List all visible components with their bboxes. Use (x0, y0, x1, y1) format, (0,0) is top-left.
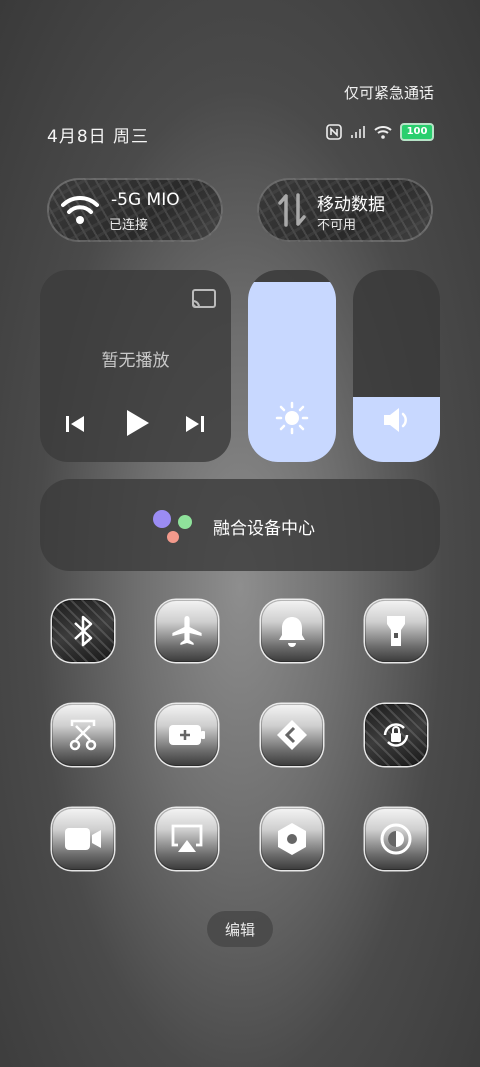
media-player-card[interactable]: 暂无播放 (40, 270, 231, 462)
status-icons: 100 (326, 122, 434, 142)
play-icon[interactable] (123, 408, 151, 438)
nfc-icon (326, 124, 342, 140)
sound-mode-toggle[interactable] (261, 600, 323, 662)
airplane-mode-toggle[interactable] (156, 600, 218, 662)
bluetooth-toggle[interactable] (52, 600, 114, 662)
signal-icon (351, 126, 365, 138)
battery-indicator: 100 (400, 123, 434, 141)
video-toggle[interactable] (52, 808, 114, 870)
battery-saver-icon (169, 725, 205, 745)
mobile-data-status: 不可用 (317, 218, 357, 233)
wifi-status-icon (374, 126, 392, 139)
date-text: 4月8日 周三 (47, 127, 150, 147)
flashlight-toggle[interactable] (365, 600, 427, 662)
battery-saver-toggle[interactable] (156, 704, 218, 766)
device-center-icon (153, 510, 192, 543)
mobile-data-name: 移动数据 (317, 195, 385, 215)
next-track-icon[interactable] (184, 413, 206, 435)
rotation-lock-icon (383, 723, 409, 747)
cast-toggle[interactable] (261, 704, 323, 766)
cast-icon (277, 720, 307, 750)
volume-icon (384, 408, 407, 432)
battery-level: 100 (406, 126, 428, 137)
wifi-icon (61, 195, 99, 224)
edit-button[interactable]: 编辑 (207, 911, 273, 947)
dark-mode-toggle[interactable] (365, 808, 427, 870)
cast-screen-icon[interactable] (191, 288, 217, 310)
wifi-name: -5G MIO (111, 190, 180, 210)
wifi-status: 已连接 (109, 218, 149, 233)
mobile-data-icon (278, 193, 306, 227)
settings-toggle[interactable] (261, 808, 323, 870)
flashlight-icon (387, 616, 405, 646)
device-center-card[interactable]: 融合设备中心 (40, 479, 440, 571)
previous-track-icon[interactable] (64, 413, 86, 435)
device-center-label: 融合设备中心 (213, 519, 315, 539)
video-icon (65, 828, 101, 850)
rotation-lock-toggle[interactable] (365, 704, 427, 766)
media-title: 暂无播放 (101, 351, 170, 371)
brightness-icon (275, 401, 309, 435)
emergency-call-text: 仅可紧急通话 (343, 84, 434, 102)
bluetooth-icon (74, 615, 93, 647)
bell-icon (279, 617, 305, 647)
screenshot-icon (69, 719, 97, 751)
settings-icon (278, 823, 306, 855)
airplane-icon (172, 616, 202, 645)
wifi-tile[interactable]: -5G MIO 已连接 (47, 178, 223, 242)
mobile-data-tile[interactable]: 移动数据 不可用 (257, 178, 433, 242)
screen-mirror-toggle[interactable] (156, 808, 218, 870)
volume-slider[interactable] (353, 270, 440, 462)
screen-mirror-icon (171, 824, 203, 852)
dark-mode-icon (380, 823, 412, 855)
screenshot-toggle[interactable] (52, 704, 114, 766)
brightness-slider[interactable] (248, 270, 336, 462)
